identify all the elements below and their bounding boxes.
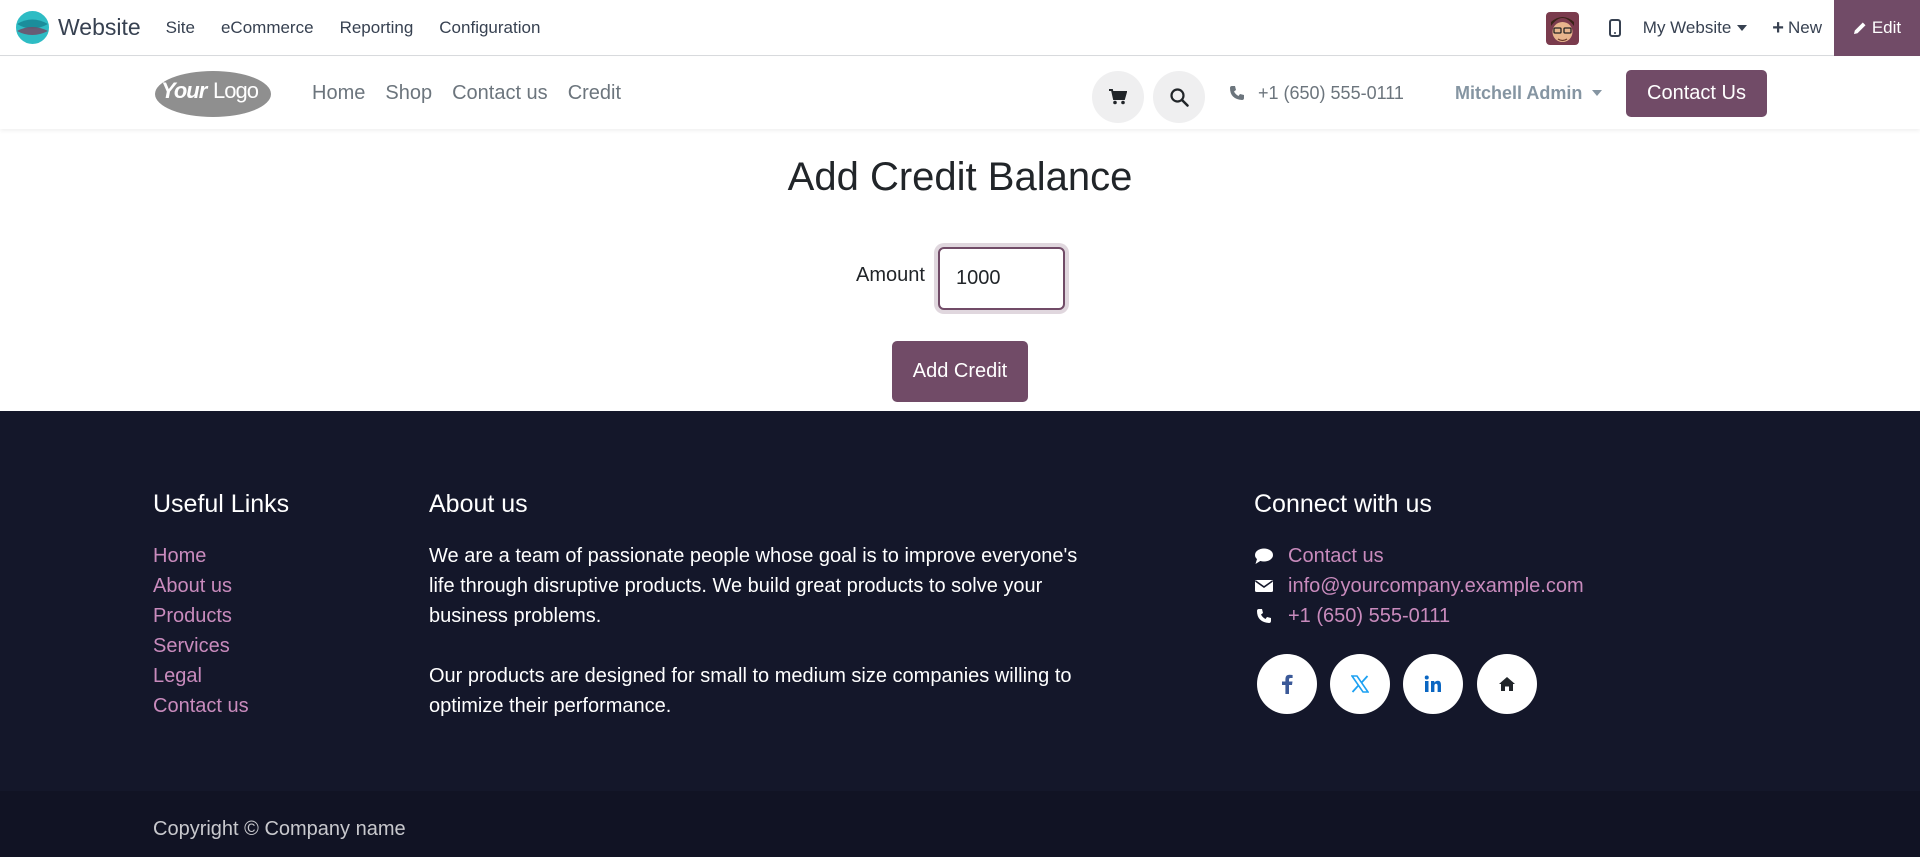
website-switcher-label: My Website (1642, 18, 1732, 37)
admin-right-tools: My Website + New Edit (1545, 0, 1920, 56)
admin-menu-ecommerce[interactable]: eCommerce (208, 18, 327, 38)
admin-menu-reporting[interactable]: Reporting (327, 18, 427, 38)
header-phone-number: +1 (650) 555-0111 (1258, 82, 1404, 103)
footer: Useful Links Home About us Products Serv… (0, 411, 1920, 791)
nav-credit[interactable]: Credit (558, 82, 631, 105)
about-us-paragraph-1: We are a team of passionate people whose… (429, 545, 1078, 627)
website-app-icon (16, 11, 49, 44)
caret-down-icon (1592, 90, 1603, 96)
admin-menu-site[interactable]: Site (153, 18, 208, 38)
cart-button[interactable] (1092, 71, 1144, 123)
useful-links-list: Home About us Products Services Legal Co… (153, 541, 249, 721)
shopping-cart-icon (1109, 89, 1127, 105)
footer-link-legal[interactable]: Legal (153, 661, 249, 691)
amount-input[interactable] (938, 247, 1065, 310)
connect-phone-label: +1 (650) 555-0111 (1288, 604, 1451, 627)
home-icon (1499, 677, 1515, 691)
page-title: Add Credit Balance (787, 155, 1133, 199)
nav-shop[interactable]: Shop (375, 82, 442, 105)
site-header: Your Logo Home Shop Contact us Credit +1… (0, 57, 1920, 129)
about-us-paragraph-2: Our products are designed for small to m… (429, 665, 1072, 717)
social-home[interactable] (1477, 654, 1537, 714)
facebook-icon (1282, 674, 1293, 694)
comment-icon (1255, 548, 1273, 564)
connect-email[interactable]: info@yourcompany.example.com (1254, 571, 1584, 601)
admin-menu: Site eCommerce Reporting Configuration (153, 18, 554, 38)
social-x-twitter[interactable] (1330, 654, 1390, 714)
amount-label: Amount (856, 264, 925, 286)
footer-link-home[interactable]: Home (153, 541, 249, 571)
plus-icon: + (1772, 17, 1784, 39)
connect-email-label: info@yourcompany.example.com (1288, 574, 1584, 597)
footer-link-contact-us[interactable]: Contact us (153, 691, 249, 721)
x-twitter-icon (1351, 675, 1369, 693)
edit-page-label: Edit (1871, 18, 1902, 37)
website-switcher[interactable]: My Website (1643, 18, 1748, 38)
svg-text:Your: Your (161, 78, 209, 103)
edit-page-button[interactable]: Edit (1834, 0, 1920, 56)
admin-navbar: Website Site eCommerce Reporting Configu… (0, 0, 1920, 56)
copyright-bar: Copyright © Company name (0, 791, 1920, 857)
about-us-title: About us (429, 490, 528, 518)
footer-link-services[interactable]: Services (153, 631, 249, 661)
svg-text:Logo: Logo (213, 78, 259, 103)
envelope-icon (1255, 580, 1273, 592)
connect-contact-us-label: Contact us (1288, 544, 1384, 567)
search-icon (1169, 87, 1189, 107)
phone-icon (1230, 86, 1244, 100)
linkedin-icon (1424, 675, 1441, 692)
mobile-icon (1608, 19, 1621, 37)
add-credit-button[interactable]: Add Credit (892, 341, 1028, 402)
caret-down-icon (1737, 25, 1748, 31)
site-logo[interactable]: Your Logo (153, 68, 273, 118)
user-name: Mitchell Admin (1455, 82, 1583, 103)
main-nav: Home Shop Contact us Credit (302, 57, 631, 129)
search-button[interactable] (1153, 71, 1205, 123)
phone-icon (1257, 609, 1271, 623)
social-facebook[interactable] (1257, 654, 1317, 714)
app-name: Website (58, 14, 141, 40)
new-content-label: New (1787, 18, 1822, 37)
connect-phone[interactable]: +1 (650) 555-0111 (1254, 601, 1450, 631)
user-menu[interactable]: Mitchell Admin (1455, 57, 1603, 129)
mobile-preview-button[interactable] (1608, 19, 1621, 37)
footer-link-products[interactable]: Products (153, 601, 249, 631)
useful-links-title: Useful Links (153, 490, 290, 518)
nav-contact-us[interactable]: Contact us (442, 82, 558, 105)
nav-home[interactable]: Home (302, 82, 375, 105)
connect-contact-us[interactable]: Contact us (1254, 541, 1384, 571)
pencil-icon (1853, 22, 1866, 34)
social-linkedin[interactable] (1403, 654, 1463, 714)
connect-title: Connect with us (1254, 490, 1432, 518)
app-brand[interactable]: Website (16, 11, 141, 44)
header-phone[interactable]: +1 (650) 555-0111 (1229, 57, 1404, 129)
new-content-button[interactable]: + New (1772, 18, 1822, 38)
copyright-text: Copyright © Company name (153, 818, 406, 840)
user-avatar[interactable] (1545, 11, 1579, 45)
admin-menu-configuration[interactable]: Configuration (426, 18, 553, 38)
contact-us-button[interactable]: Contact Us (1626, 70, 1767, 117)
footer-link-about-us[interactable]: About us (153, 571, 249, 601)
